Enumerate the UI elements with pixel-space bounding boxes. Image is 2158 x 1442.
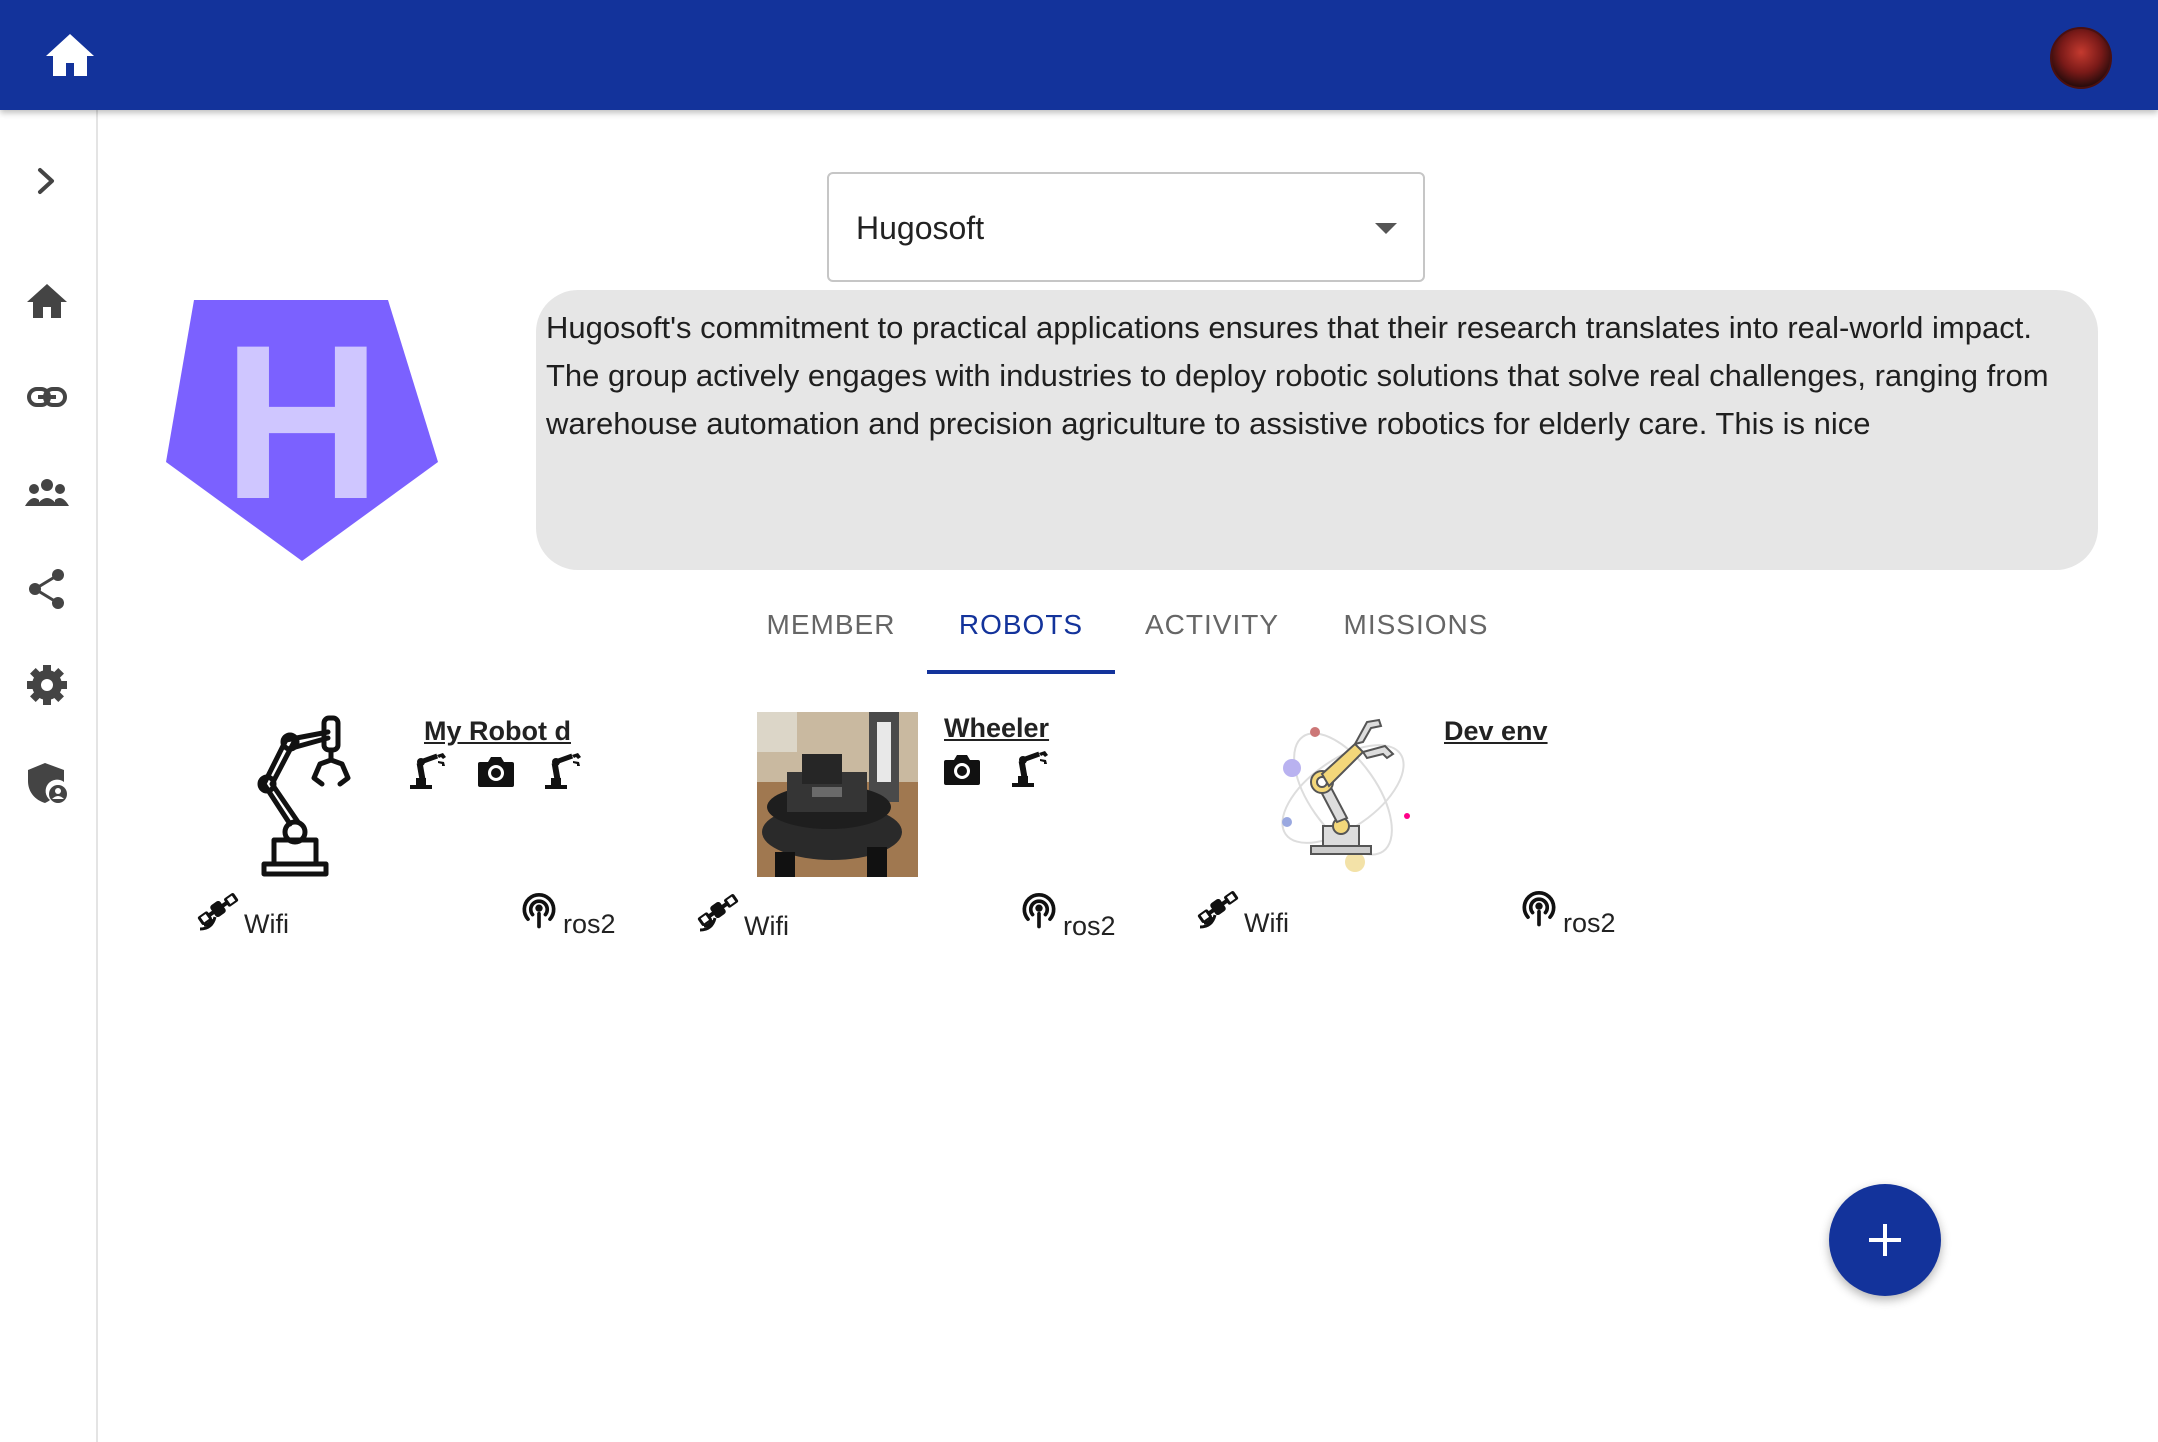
robot-middleware: ros2 <box>1563 908 1616 938</box>
chevron-right-icon[interactable] <box>24 158 70 204</box>
robot-name-link[interactable]: Dev env <box>1444 716 1548 747</box>
sidebar <box>0 110 98 1442</box>
robot-middleware: ros2 <box>563 909 616 939</box>
top-app-bar <box>0 0 2158 110</box>
organization-logo: H <box>164 298 440 563</box>
share-icon[interactable] <box>24 566 70 612</box>
plus-icon <box>1869 1224 1901 1256</box>
podcast-icon <box>517 888 561 932</box>
organization-select[interactable]: Hugosoft <box>827 172 1425 282</box>
tab-activity[interactable]: ACTIVITY <box>1122 600 1302 674</box>
groups-icon[interactable] <box>24 470 70 516</box>
home-icon[interactable] <box>44 32 96 78</box>
caret-down-icon <box>1375 223 1397 234</box>
robot-connection: Wifi <box>244 909 289 939</box>
robot-illustration[interactable] <box>1267 712 1419 876</box>
tab-member[interactable]: MEMBER <box>742 600 920 674</box>
gear-icon[interactable] <box>24 662 70 708</box>
satellite-icon <box>694 886 742 934</box>
robot-connection: Wifi <box>1244 908 1289 938</box>
podcast-icon <box>1517 886 1561 930</box>
robot-name-link[interactable]: My Robot d <box>424 716 571 747</box>
robot-connection: Wifi <box>744 911 789 941</box>
robot-photo[interactable] <box>757 712 918 877</box>
home-icon[interactable] <box>24 278 70 324</box>
organization-select-value: Hugosoft <box>856 210 985 246</box>
robot-arm-icon <box>408 751 448 791</box>
robot-arm-icon <box>1010 749 1050 789</box>
satellite-icon <box>1194 883 1242 931</box>
add-robot-button[interactable] <box>1829 1184 1941 1296</box>
robot-middleware: ros2 <box>1063 911 1116 941</box>
tab-missions[interactable]: MISSIONS <box>1322 600 1510 674</box>
satellite-icon <box>194 885 242 933</box>
tab-robots[interactable]: ROBOTS <box>927 600 1115 674</box>
camera-icon <box>476 751 516 791</box>
robot-name-link[interactable]: Wheeler <box>944 713 1049 744</box>
robot-image[interactable] <box>252 712 362 878</box>
podcast-icon <box>1017 888 1061 932</box>
robot-arm-icon <box>543 751 583 791</box>
link-icon[interactable] <box>24 374 70 420</box>
camera-icon <box>942 749 982 789</box>
user-avatar[interactable] <box>2050 27 2112 89</box>
organization-description: Hugosoft's commitment to practical appli… <box>536 290 2098 570</box>
admin-shield-icon[interactable] <box>24 760 70 806</box>
organization-logo-letter: H <box>223 299 382 545</box>
